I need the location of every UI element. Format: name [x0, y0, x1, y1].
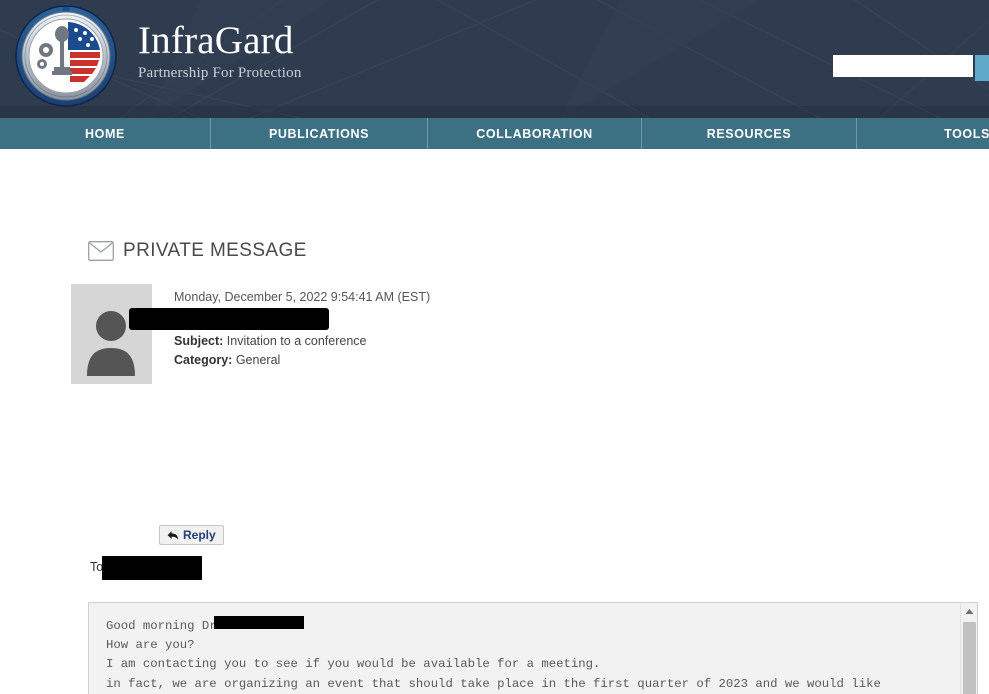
message-meta-text: Monday, December 5, 2022 9:54:41 AM (EST…	[129, 284, 431, 384]
scrollbar-thumb[interactable]	[963, 622, 976, 694]
subject-label: Subject:	[174, 334, 224, 349]
main-navigation: HOME PUBLICATIONS COLLABORATION RESOURCE…	[0, 118, 989, 152]
message-scrollbar[interactable]	[960, 603, 977, 694]
message-category: Category: General	[174, 351, 430, 370]
brand: InfraGard Partnership For Protection	[14, 4, 302, 108]
page-title: PRIVATE MESSAGE	[88, 240, 307, 262]
reply-button-label: Reply	[183, 528, 216, 542]
subject-value: Invitation to a conference	[226, 334, 367, 349]
avatar	[71, 284, 152, 384]
search-input[interactable]	[833, 55, 973, 77]
reply-button[interactable]: Reply	[159, 525, 224, 545]
message-body-textarea[interactable]: Good morning Dr. How are you? I am conta…	[88, 602, 978, 694]
page-body: PRIVATE MESSAGE Monday, December 5, 2022…	[0, 152, 989, 694]
nav-item-home[interactable]: HOME	[0, 118, 211, 149]
message-meta: Monday, December 5, 2022 9:54:41 AM (EST…	[71, 284, 430, 384]
redaction-body-name	[214, 616, 304, 629]
category-label: Category:	[174, 352, 233, 367]
message-recipient: To:	[90, 556, 202, 580]
nav-item-tools[interactable]: TOOLS	[857, 118, 989, 149]
site-title: InfraGard	[138, 18, 294, 62]
message-timestamp: Monday, December 5, 2022 9:54:41 AM (EST…	[174, 290, 431, 304]
redaction-sender	[129, 308, 329, 331]
nav-item-resources[interactable]: RESOURCES	[642, 118, 857, 149]
envelope-icon	[88, 241, 114, 261]
page-title-text: PRIVATE MESSAGE	[123, 240, 307, 261]
message-subject: Subject: Invitation to a conference	[174, 332, 430, 351]
site-tagline: Partnership For Protection	[138, 64, 302, 81]
nav-item-publications[interactable]: PUBLICATIONS	[211, 118, 428, 149]
redaction-recipient	[102, 556, 202, 580]
scroll-up-arrow-icon[interactable]	[961, 603, 977, 620]
site-header: InfraGard Partnership For Protection	[0, 0, 989, 118]
category-value: General	[235, 352, 281, 367]
reply-arrow-icon	[167, 530, 178, 540]
search-submit-button[interactable]	[975, 55, 989, 81]
infragard-logo-icon[interactable]	[14, 4, 118, 108]
message-sender	[129, 306, 430, 332]
header-search[interactable]	[833, 55, 989, 81]
nav-item-collaboration[interactable]: COLLABORATION	[428, 118, 642, 149]
